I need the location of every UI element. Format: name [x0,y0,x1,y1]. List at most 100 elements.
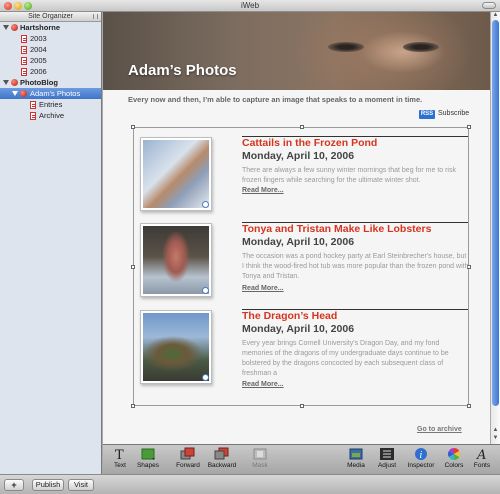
entry-excerpt[interactable]: There are always a few sunny winter morn… [242,166,470,186]
send-backward-label: Backward [207,462,237,469]
site-icon [11,79,18,86]
read-more-link[interactable]: Read More... [242,285,284,292]
inspector-button[interactable]: i Inspector [407,447,435,469]
entry-photo-image [143,226,209,294]
disclosure-triangle-icon[interactable] [12,91,18,96]
bring-forward-icon [180,447,195,460]
shapes-tool-label: Shapes [136,462,160,469]
svg-text:i: i [420,451,423,461]
sidebar-item-archive[interactable]: Archive [0,110,101,121]
header-photo-detail [403,42,439,52]
entry-title[interactable]: Tonya and Tristan Make Like Lobsters [242,223,431,235]
sidebar-item-hartshorne[interactable]: Hartshorne [0,22,101,33]
fonts-icon: A [476,448,486,461]
media-label: Media [347,462,365,469]
visit-button[interactable]: Visit [68,479,94,491]
sidebar-item-label: Entries [39,100,63,109]
colors-label: Colors [444,462,464,469]
blog-icon [20,90,27,97]
resize-handle[interactable] [131,265,135,269]
sidebar-item-label: 2006 [30,67,47,76]
color-wheel-icon [447,448,461,460]
toolbar-toggle-button[interactable] [482,2,496,9]
adjust-button[interactable]: Adjust [375,447,399,469]
text-icon: T [115,448,124,461]
resize-handle[interactable] [467,404,471,408]
scroll-up-icon[interactable]: ▲ [492,427,499,434]
inspector-label: Inspector [407,462,435,469]
disclosure-triangle-icon[interactable] [3,80,9,85]
sidebar-item-2005[interactable]: 2005 [0,55,101,66]
entry-title[interactable]: Cattails in the Frozen Pond [242,137,377,149]
media-icon [349,448,363,460]
publish-button[interactable]: Publish [32,479,64,491]
disclosure-triangle-icon[interactable] [3,25,9,30]
entry-excerpt[interactable]: The occasion was a pond hockey party at … [242,252,470,282]
page-title[interactable]: Adam’s Photos [128,62,237,79]
bottom-toolbar: T Text Shapes Forward Backward Mask Medi… [103,444,500,474]
sidebar-item-label: PhotoBlog [20,78,58,87]
bring-forward-button[interactable]: Forward [175,447,201,469]
send-backward-button[interactable]: Backward [207,447,237,469]
sidebar-item-photoblog[interactable]: PhotoBlog [0,77,101,88]
media-button[interactable]: Media [345,447,367,469]
fonts-label: Fonts [473,462,491,469]
entry-photo-cattails[interactable] [140,137,212,211]
resize-handle[interactable] [131,404,135,408]
photo-edit-icon[interactable] [202,201,209,208]
resize-handle[interactable] [131,125,135,129]
sidebar-item-entries[interactable]: Entries [0,99,101,110]
page-icon [30,101,36,109]
header-photo-detail [328,42,364,52]
sidebar-item-2003[interactable]: 2003 [0,33,101,44]
entry-date[interactable]: Monday, April 10, 2006 [242,323,354,335]
inspector-icon: i [415,448,427,461]
text-tool-button[interactable]: T Text [109,447,131,469]
entry-date[interactable]: Monday, April 10, 2006 [242,236,354,248]
page-canvas[interactable]: Adam’s Photos Every now and then, I’m ab… [103,12,490,444]
entry-excerpt[interactable]: Every year brings Cornell University's D… [242,339,470,379]
shapes-tool-button[interactable]: Shapes [135,447,161,469]
site-organizer-header: Site Organizer [0,12,101,22]
scrollbar-thumb[interactable] [492,20,499,406]
entry-date[interactable]: Monday, April 10, 2006 [242,150,354,162]
mask-label: Mask [252,462,268,469]
scroll-down-icon[interactable]: ▼ [492,435,499,442]
title-bar: iWeb [0,0,500,12]
site-organizer-sidebar: Site Organizer Hartshorne 2003 2004 2005… [0,12,102,474]
vertical-scrollbar[interactable]: ▲ ▲ ▼ [490,12,500,444]
entry-title[interactable]: The Dragon’s Head [242,310,337,322]
entry-photo-lobsters[interactable] [140,223,212,297]
sidebar-item-2004[interactable]: 2004 [0,44,101,55]
scroll-up-icon[interactable]: ▲ [492,12,499,19]
photo-edit-icon[interactable] [202,374,209,381]
text-tool-label: Text [114,462,126,469]
page-intro-text[interactable]: Every now and then, I’m able to capture … [128,95,422,104]
svg-text:A: A [476,448,486,461]
sidebar-resize-icon[interactable] [93,14,98,19]
colors-button[interactable]: Colors [443,447,465,469]
fonts-button[interactable]: A Fonts [471,447,493,469]
read-more-link[interactable]: Read More... [242,381,284,388]
read-more-link[interactable]: Read More... [242,187,284,194]
go-to-archive-link[interactable]: Go to archive [417,426,462,433]
entry-photo-image [143,313,209,381]
rss-icon[interactable]: RSS [419,110,435,119]
page-icon [30,112,36,120]
page-icon [21,35,27,43]
adjust-icon [380,448,394,460]
entry-photo-dragon[interactable] [140,310,212,384]
photo-edit-icon[interactable] [202,287,209,294]
subscribe-link[interactable]: Subscribe [438,110,469,117]
sidebar-item-2006[interactable]: 2006 [0,66,101,77]
mask-button[interactable]: Mask [249,447,271,469]
resize-handle[interactable] [467,125,471,129]
mask-icon [253,448,267,460]
resize-handle[interactable] [300,404,304,408]
add-page-button[interactable]: + [4,479,24,491]
sidebar-item-label: 2003 [30,34,47,43]
resize-handle[interactable] [300,125,304,129]
sidebar-item-adams-photos[interactable]: Adam's Photos [0,88,101,99]
page-icon [21,46,27,54]
site-icon [11,24,18,31]
